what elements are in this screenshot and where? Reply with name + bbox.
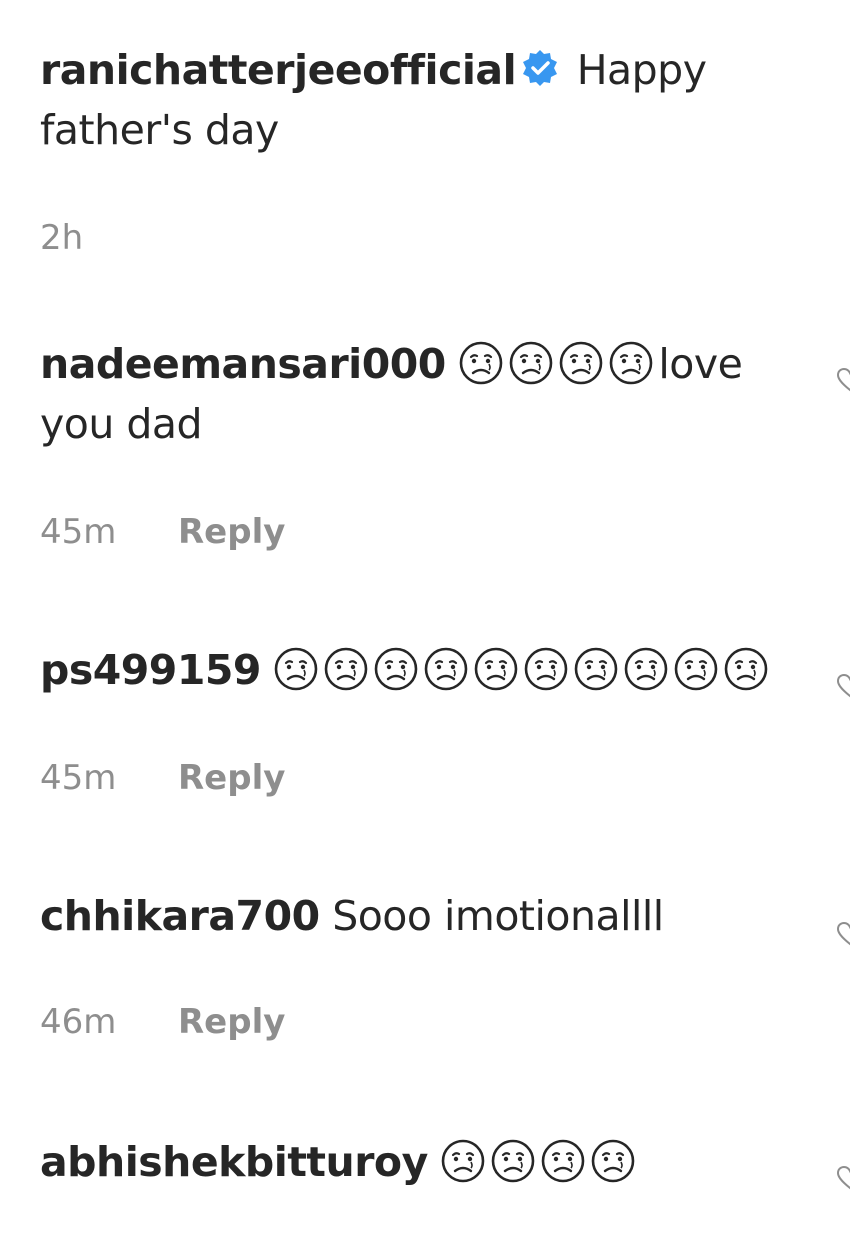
emoji-group <box>440 1138 640 1186</box>
comment-body: Sooo imotionallll <box>332 892 664 940</box>
sad-face-emoji-icon <box>490 1138 536 1184</box>
comment-time[interactable]: 46m <box>40 1002 178 1042</box>
comment-item: nadeemansari000 love you dad 45m Reply <box>40 334 810 552</box>
comment-text: ranichatterjeeofficial Happy father's da… <box>40 40 810 160</box>
sad-face-emoji-icon <box>558 340 604 386</box>
sad-face-emoji-icon <box>373 646 419 692</box>
comment-username[interactable]: abhishekbitturoy <box>40 1138 428 1186</box>
comment-time[interactable]: 2h <box>40 218 178 258</box>
heart-icon[interactable] <box>836 920 850 948</box>
comment-username[interactable]: ps499159 <box>40 646 261 694</box>
sad-face-emoji-icon <box>440 1138 486 1184</box>
sad-face-emoji-icon <box>608 340 654 386</box>
sad-face-emoji-icon <box>473 646 519 692</box>
comment-username[interactable]: ranichatterjeeofficial <box>40 46 517 94</box>
verified-badge-icon <box>523 50 558 86</box>
comment-body-line2: father's day <box>40 106 279 154</box>
comment-text: ps499159 <box>40 640 810 700</box>
sad-face-emoji-icon <box>723 646 769 692</box>
comment-username[interactable]: nadeemansari000 <box>40 340 446 388</box>
reply-button[interactable]: Reply <box>178 512 285 552</box>
comment-text: nadeemansari000 love you dad <box>40 334 810 454</box>
sad-face-emoji-icon <box>323 646 369 692</box>
comment-item: ps499159 45m Reply <box>40 640 810 798</box>
sad-face-emoji-icon <box>540 1138 586 1184</box>
sad-face-emoji-icon <box>673 646 719 692</box>
comment-body-line2: you dad <box>40 400 203 448</box>
reply-button[interactable]: Reply <box>178 758 285 798</box>
comment-text: abhishekbitturoy <box>40 1132 810 1192</box>
sad-face-emoji-icon <box>423 646 469 692</box>
comment-item: abhishekbitturoy <box>40 1132 810 1192</box>
emoji-group <box>458 340 658 388</box>
comment-time[interactable]: 45m <box>40 758 178 798</box>
comment-meta: 46m Reply <box>40 1002 285 1042</box>
comment-meta: 45m Reply <box>40 758 285 798</box>
comment-text: chhikara700 Sooo imotionallll <box>40 886 810 946</box>
reply-button[interactable]: Reply <box>178 1002 285 1042</box>
sad-face-emoji-icon <box>590 1138 636 1184</box>
sad-face-emoji-icon <box>273 646 319 692</box>
comment-meta: 45m Reply <box>40 512 285 552</box>
comment-time[interactable]: 45m <box>40 512 178 552</box>
sad-face-emoji-icon <box>623 646 669 692</box>
sad-face-emoji-icon <box>523 646 569 692</box>
heart-icon[interactable] <box>836 672 850 700</box>
comment-item: ranichatterjeeofficial Happy father's da… <box>40 40 810 258</box>
comment-item: chhikara700 Sooo imotionallll 46m Reply <box>40 886 810 1042</box>
comment-meta: 2h <box>40 218 178 258</box>
comment-body: Happy <box>576 46 707 94</box>
sad-face-emoji-icon <box>573 646 619 692</box>
heart-icon[interactable] <box>836 366 850 394</box>
sad-face-emoji-icon <box>458 340 504 386</box>
emoji-group <box>273 646 773 694</box>
comment-username[interactable]: chhikara700 <box>40 892 320 940</box>
comment-body: love <box>658 340 743 388</box>
sad-face-emoji-icon <box>508 340 554 386</box>
heart-icon[interactable] <box>836 1164 850 1192</box>
